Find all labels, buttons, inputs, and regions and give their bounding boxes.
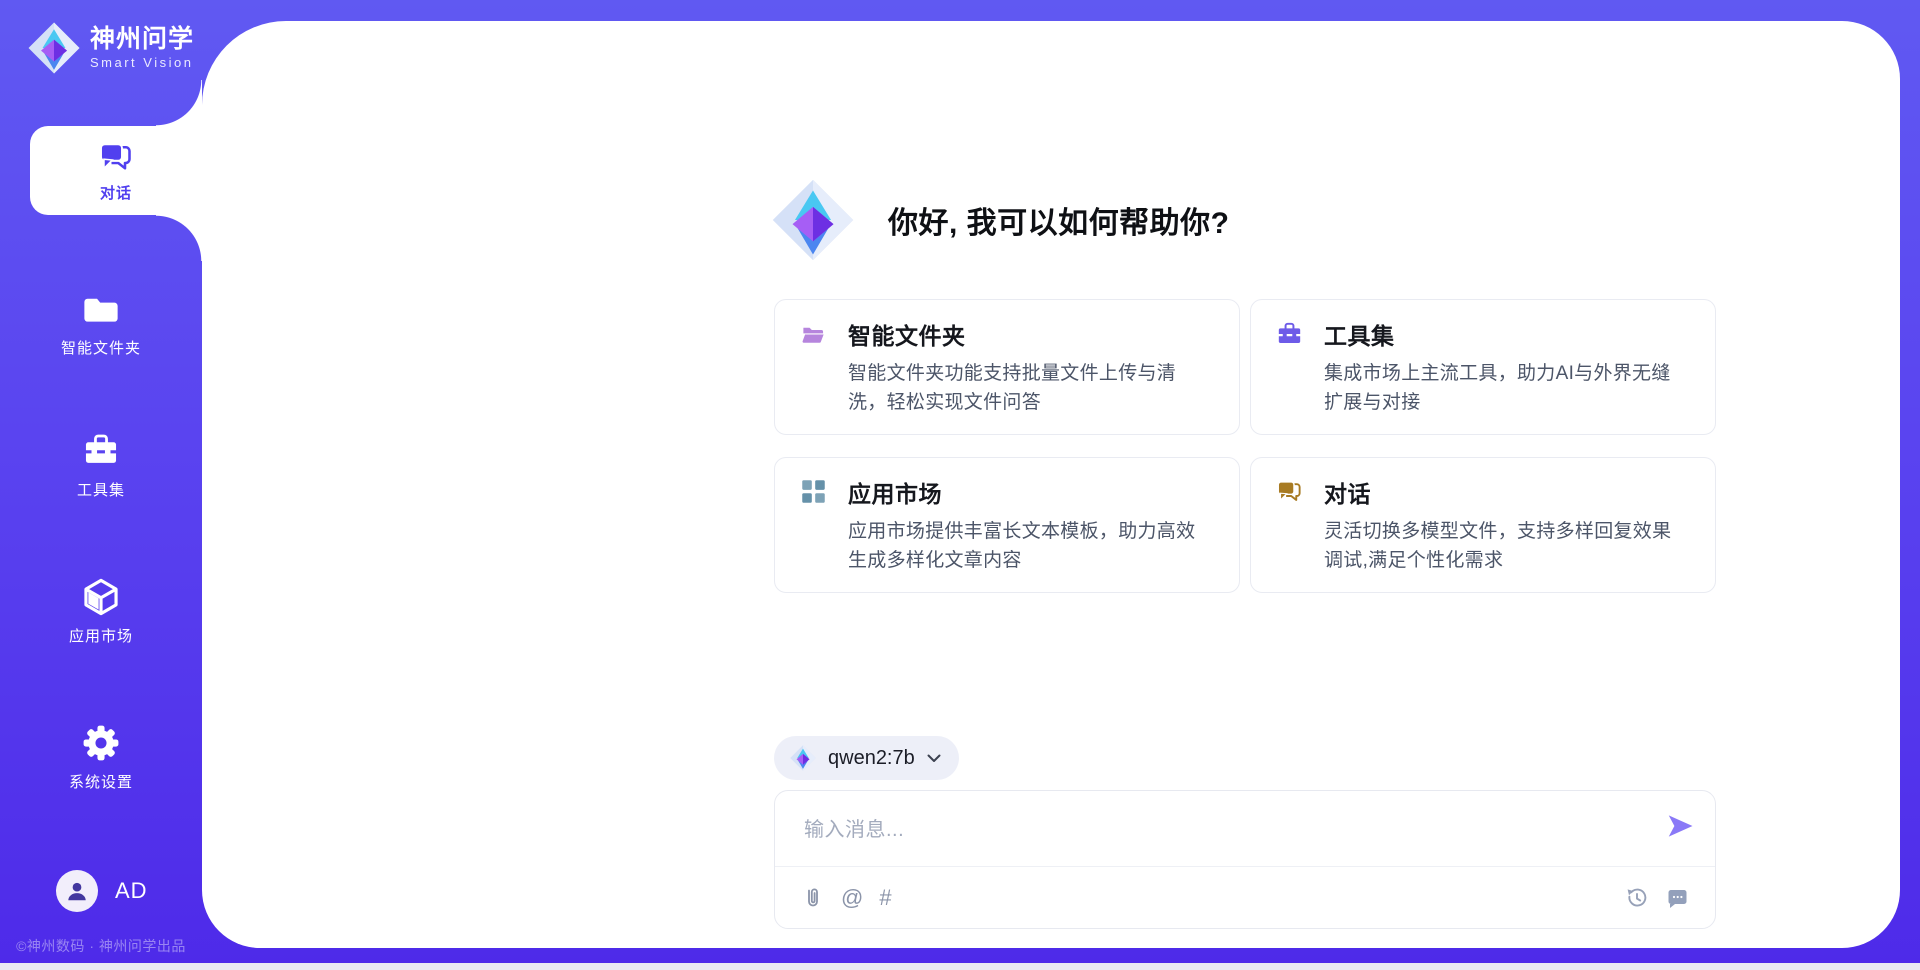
card-chat[interactable]: 对话 灵活切换多模型文件，支持多样回复效果调试,满足个性化需求 [1250, 457, 1716, 593]
brand-subtitle: Smart Vision [90, 56, 194, 70]
paperclip-icon [801, 886, 825, 910]
sidebar-item-label: 工具集 [77, 479, 125, 500]
sidebar-item-toolset[interactable]: 工具集 [0, 432, 202, 500]
model-logo-icon [790, 745, 816, 771]
model-selector[interactable]: qwen2:7b [774, 736, 959, 780]
mention-button[interactable]: @ [841, 887, 863, 909]
user-account[interactable]: AD [56, 870, 148, 912]
user-initials: AD [115, 878, 148, 904]
chat-icon [1276, 478, 1303, 505]
card-smart-folder[interactable]: 智能文件夹 智能文件夹功能支持批量文件上传与清洗，轻松实现文件问答 [774, 299, 1240, 435]
sidebar-footer: ©神州数码 · 神州问学出品 [0, 936, 202, 956]
send-button[interactable] [1663, 809, 1697, 843]
main-panel: 你好, 我可以如何帮助你? 智能文件夹 智能文件夹功能支持批量文件上传与清洗，轻… [202, 21, 1900, 948]
card-desc: 灵活切换多模型文件，支持多样回复效果调试,满足个性化需求 [1276, 517, 1689, 576]
folder-icon [82, 290, 120, 328]
message-composer: @ # [774, 790, 1716, 929]
message-input[interactable] [802, 811, 1666, 863]
brand-title: 神州问学 [90, 26, 194, 52]
brand-logo-icon [28, 22, 80, 74]
card-toolset[interactable]: 工具集 集成市场上主流工具，助力AI与外界无缝扩展与对接 [1250, 299, 1716, 435]
sidebar: 神州问学 Smart Vision 对话 智能文件夹 工具集 [0, 0, 202, 970]
history-button[interactable] [1625, 886, 1649, 910]
brand: 神州问学 Smart Vision [28, 22, 194, 74]
sidebar-item-label: 对话 [100, 182, 132, 203]
card-desc: 集成市场上主流工具，助力AI与外界无缝扩展与对接 [1276, 359, 1689, 418]
greeting-text: 你好, 我可以如何帮助你? [888, 198, 1230, 242]
app-logo-icon [772, 179, 854, 261]
greeting-block: 你好, 我可以如何帮助你? [772, 179, 1230, 261]
history-icon [1625, 886, 1649, 910]
send-icon [1665, 811, 1695, 841]
app-root: { "brand": { "title": "神州问学", "subtitle"… [0, 0, 1920, 970]
person-icon [64, 878, 90, 904]
sidebar-item-settings[interactable]: 系统设置 [0, 724, 202, 792]
composer-toolbar: @ # [775, 866, 1715, 928]
sidebar-item-chat[interactable]: 对话 [30, 126, 202, 215]
sidebar-item-label: 系统设置 [69, 771, 133, 792]
chat-icon [98, 139, 134, 175]
card-app-market[interactable]: 应用市场 应用市场提供丰富长文本模板，助力高效生成多样化文章内容 [774, 457, 1240, 593]
folder-open-icon [800, 321, 827, 348]
card-title: 应用市场 [848, 475, 942, 509]
message-bubble-icon [1665, 886, 1689, 910]
feedback-button[interactable] [1665, 886, 1689, 910]
horizontal-scrollbar[interactable] [0, 963, 1920, 970]
sidebar-item-app-market[interactable]: 应用市场 [0, 578, 202, 646]
grid-icon [800, 478, 827, 505]
sidebar-item-label: 应用市场 [69, 625, 133, 646]
attachment-button[interactable] [801, 886, 825, 910]
toolbox-icon [1276, 321, 1303, 348]
card-title: 工具集 [1324, 317, 1395, 351]
hashtag-button[interactable]: # [879, 887, 891, 909]
card-title: 对话 [1324, 475, 1371, 509]
card-desc: 智能文件夹功能支持批量文件上传与清洗，轻松实现文件问答 [800, 359, 1213, 418]
toolbox-icon [82, 432, 120, 470]
cube-icon [82, 578, 120, 616]
gear-icon [82, 724, 120, 762]
feature-cards: 智能文件夹 智能文件夹功能支持批量文件上传与清洗，轻松实现文件问答 工具集 集成… [774, 299, 1716, 593]
avatar [56, 870, 98, 912]
sidebar-item-smart-folder[interactable]: 智能文件夹 [0, 290, 202, 358]
model-name: qwen2:7b [828, 747, 915, 770]
card-title: 智能文件夹 [848, 317, 966, 351]
chevron-down-icon [927, 754, 941, 763]
card-desc: 应用市场提供丰富长文本模板，助力高效生成多样化文章内容 [800, 517, 1213, 576]
sidebar-item-label: 智能文件夹 [61, 337, 141, 358]
